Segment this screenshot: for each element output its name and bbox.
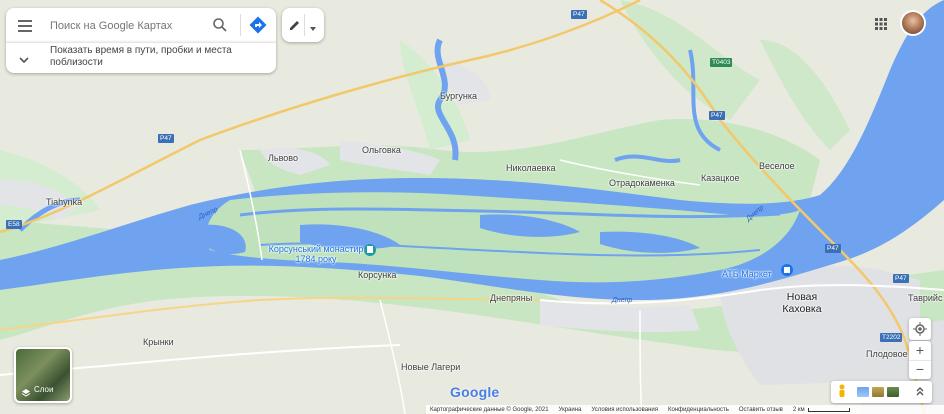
road-shield: T2202 xyxy=(880,333,903,342)
town-label: Веселое xyxy=(759,161,795,171)
town-label: Николаевка xyxy=(506,163,556,173)
road-shield: E58 xyxy=(6,220,22,229)
thumbnail-terrain[interactable] xyxy=(872,387,884,397)
hint-text: Показать время в пути, пробки и места по… xyxy=(50,45,232,68)
layers-label: Слои xyxy=(34,385,54,394)
road-shield: P47 xyxy=(893,274,909,283)
edit-tool[interactable] xyxy=(282,8,324,42)
town-label: Крынки xyxy=(143,337,174,347)
apps-grid-icon[interactable] xyxy=(875,17,887,35)
road-shield: P47 xyxy=(825,244,841,253)
country-link[interactable]: Украина xyxy=(559,407,582,413)
feedback-link[interactable]: Оставить отзыв xyxy=(739,407,783,413)
nearby-hint[interactable]: Показать время в пути, пробки и места по… xyxy=(6,42,276,73)
zoom-in-button[interactable]: + xyxy=(909,341,931,360)
river-label: Днепр xyxy=(612,297,633,304)
map-data-attribution: Картографические данные © Google, 2021 xyxy=(430,406,549,413)
scale-label: 2 км xyxy=(792,406,805,413)
caret-down-icon[interactable] xyxy=(308,20,318,38)
attribution-bar: Картографические данные © Google, 2021 У… xyxy=(426,405,944,414)
town-label: Таврийс xyxy=(908,293,943,303)
town-label: Днепряны xyxy=(490,293,533,303)
layers-icon xyxy=(21,385,31,401)
layers-button[interactable]: Слои xyxy=(14,347,72,403)
town-label: Tiahynka xyxy=(46,197,83,207)
town-label: Казацкое xyxy=(701,173,740,183)
road-shield: P47 xyxy=(571,10,587,19)
my-location-button[interactable] xyxy=(909,318,931,340)
avatar[interactable] xyxy=(902,12,924,34)
town-label: Корсунка xyxy=(358,270,397,280)
pegman-icon[interactable] xyxy=(837,384,847,405)
zoom-controls: + − xyxy=(909,341,931,379)
road-shield: P47 xyxy=(709,111,725,120)
search-icon[interactable] xyxy=(212,17,228,38)
zoom-out-button[interactable]: − xyxy=(909,360,931,380)
town-label: Плодовое xyxy=(866,349,908,359)
city-label: Новая Каховка xyxy=(782,291,822,315)
scale-bar[interactable]: 2 км xyxy=(793,407,850,413)
search-input[interactable] xyxy=(48,16,202,36)
town-label: Бургунка xyxy=(440,91,478,101)
thumbnail-satellite[interactable] xyxy=(887,387,899,397)
privacy-link[interactable]: Конфиденциальность xyxy=(668,407,729,413)
thumbnail-imagery[interactable] xyxy=(857,387,869,397)
road-shield: T0403 xyxy=(710,58,733,67)
menu-icon[interactable] xyxy=(18,19,32,32)
directions-icon[interactable] xyxy=(249,16,267,39)
terms-link[interactable]: Условия использования xyxy=(591,407,658,413)
town-label: Новые Лагери xyxy=(401,362,461,372)
divider xyxy=(304,14,305,36)
monastery-label[interactable]: Корсунський монастир 1784 року xyxy=(268,244,364,264)
location-icon xyxy=(913,322,927,341)
bottom-tray xyxy=(831,381,932,403)
scale-line xyxy=(807,407,850,412)
chevron-down-icon[interactable] xyxy=(18,52,30,70)
shop-label[interactable]: АТБ Маркет xyxy=(722,269,772,279)
road-shield: P47 xyxy=(158,134,174,143)
town-label: Ольговка xyxy=(362,145,401,155)
divider xyxy=(240,14,241,36)
google-logo: Google xyxy=(450,384,500,400)
pencil-icon[interactable] xyxy=(288,18,302,37)
town-label: Львово xyxy=(268,153,298,163)
search-box[interactable] xyxy=(6,8,276,42)
town-label: Отрадокаменка xyxy=(609,178,675,188)
expand-up-icon[interactable] xyxy=(915,385,925,404)
